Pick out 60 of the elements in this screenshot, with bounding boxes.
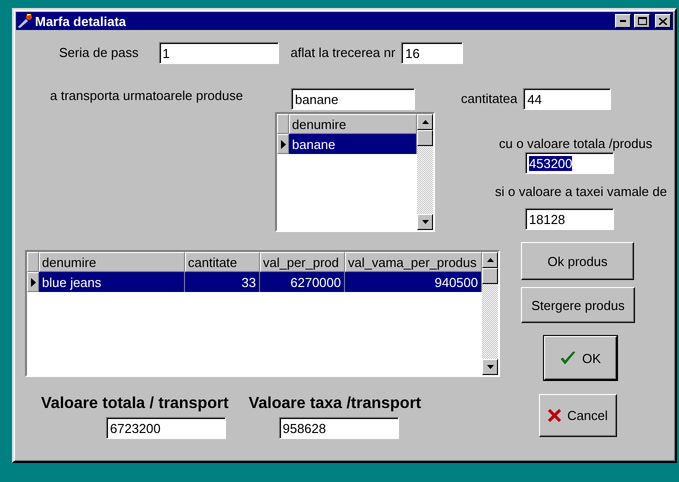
row-indicator [277, 114, 289, 134]
field-label: si o valoare a taxei vamale de [495, 184, 667, 199]
scroll-down-button[interactable] [482, 359, 498, 375]
table-cell[interactable]: banane [289, 134, 417, 154]
input-field[interactable]: 16 [401, 42, 464, 64]
scrollbar[interactable] [417, 114, 433, 230]
row-indicator [27, 252, 39, 272]
column-header[interactable]: denumire [39, 252, 185, 272]
table-cell[interactable]: blue jeans [39, 272, 185, 292]
maximize-button[interactable] [634, 14, 650, 28]
field-label: cu o valoare totala /produs [499, 136, 654, 151]
close-button[interactable] [655, 14, 671, 28]
field-label: aflat la trecerea nr [290, 45, 396, 60]
input-field[interactable]: 1 [158, 42, 278, 64]
checkmark-icon [560, 351, 576, 365]
input-field[interactable]: banane [291, 88, 415, 110]
items-table[interactable]: denumire cantitate val_per_prod val_vama_per_produs blue jeans 33 6270000 940500 [25, 250, 500, 377]
input-value: 453200 [529, 156, 572, 171]
input-field[interactable]: 958628 [278, 417, 399, 439]
close-icon [659, 18, 667, 24]
scroll-down-button[interactable] [417, 214, 433, 230]
field-label: Seria de pass [59, 45, 138, 60]
ok-button[interactable]: OK [544, 336, 617, 380]
scroll-thumb[interactable] [482, 268, 498, 284]
scrollbar[interactable] [482, 252, 498, 375]
scroll-up-button[interactable] [482, 252, 498, 268]
table-cell[interactable]: 6270000 [260, 272, 345, 292]
arrow-up-icon [422, 120, 428, 124]
total-label: Valoare taxa /transport [248, 395, 422, 413]
scroll-thumb[interactable] [417, 130, 433, 146]
minimize-icon [620, 20, 626, 22]
row-pointer-icon [30, 278, 36, 286]
column-header[interactable]: cantitate [185, 252, 260, 272]
table-cell[interactable]: 940500 [345, 272, 482, 292]
input-field[interactable]: 6723200 [106, 417, 226, 439]
arrow-down-icon [486, 365, 494, 369]
row-pointer-icon [280, 140, 286, 148]
field-label: a transporta urmatoarele produse [50, 88, 244, 103]
torch-icon [18, 14, 32, 28]
table-cell[interactable]: 33 [185, 272, 260, 292]
action-button[interactable]: Stergere produs [521, 287, 635, 323]
window-title: Marfa detaliata [35, 14, 128, 28]
column-header[interactable]: val_per_prod [260, 252, 345, 272]
scroll-up-button[interactable] [417, 114, 433, 130]
field-label: cantitatea [461, 91, 518, 106]
x-icon [548, 409, 562, 422]
total-label: Valoare totala / transport [41, 395, 229, 413]
column-header[interactable]: denumire [289, 114, 417, 134]
cancel-button[interactable]: Cancel [539, 394, 617, 437]
input-value: 18128 [529, 212, 566, 227]
minimize-button[interactable] [615, 14, 631, 28]
arrow-down-icon [422, 220, 428, 224]
maximize-icon [638, 17, 646, 25]
input-field[interactable]: 44 [523, 88, 612, 110]
input-field[interactable]: 453200 [525, 152, 614, 174]
column-header[interactable]: val_vama_per_produs [345, 252, 482, 272]
product-list-grid[interactable]: denumire banane [275, 112, 435, 232]
arrow-up-icon [486, 258, 494, 262]
input-field[interactable]: 18128 [525, 208, 614, 230]
action-button[interactable]: Ok produs [521, 242, 634, 280]
